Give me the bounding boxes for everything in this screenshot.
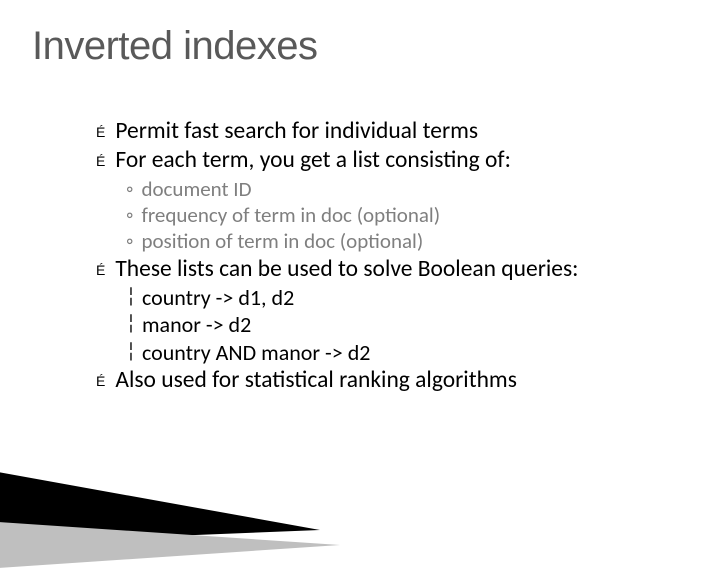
bullet-icon: É [96, 154, 105, 168]
bullet-icon: ¦ [126, 284, 136, 309]
decorative-wedge [0, 380, 340, 580]
item-text: frequency of term in doc (optional) [141, 202, 440, 228]
list-item: É For each term, you get a list consisti… [96, 146, 672, 175]
bullet-icon: ¦ [126, 339, 136, 364]
bullet-icon: ◦ [126, 176, 133, 202]
list-item: ¦ country AND manor -> d2 [126, 339, 672, 367]
bullet-icon: É [96, 125, 105, 139]
item-text: country -> d1, d2 [142, 284, 294, 312]
list-item: ◦ position of term in doc (optional) [126, 228, 672, 254]
bullet-icon: ¦ [126, 311, 136, 336]
bullet-icon: ◦ [126, 228, 133, 254]
item-text: For each term, you get a list consisting… [115, 146, 511, 175]
list-item: ¦ manor -> d2 [126, 311, 672, 339]
item-text: These lists can be used to solve Boolean… [115, 255, 578, 284]
slide-title: Inverted indexes [0, 0, 720, 69]
bullet-icon: É [96, 263, 105, 277]
item-text: position of term in doc (optional) [141, 228, 423, 254]
item-text: document ID [141, 176, 251, 202]
list-item: É Permit fast search for individual term… [96, 117, 672, 146]
list-item: ◦ frequency of term in doc (optional) [126, 202, 672, 228]
bullet-icon: ◦ [126, 202, 133, 228]
slide-content: É Permit fast search for individual term… [0, 69, 720, 396]
item-text: country AND manor -> d2 [142, 339, 370, 367]
list-item: ¦ country -> d1, d2 [126, 284, 672, 312]
list-item: É These lists can be used to solve Boole… [96, 255, 672, 284]
list-item: ◦ document ID [126, 176, 672, 202]
item-text: Permit fast search for individual terms [115, 117, 478, 146]
item-text: manor -> d2 [142, 311, 251, 339]
